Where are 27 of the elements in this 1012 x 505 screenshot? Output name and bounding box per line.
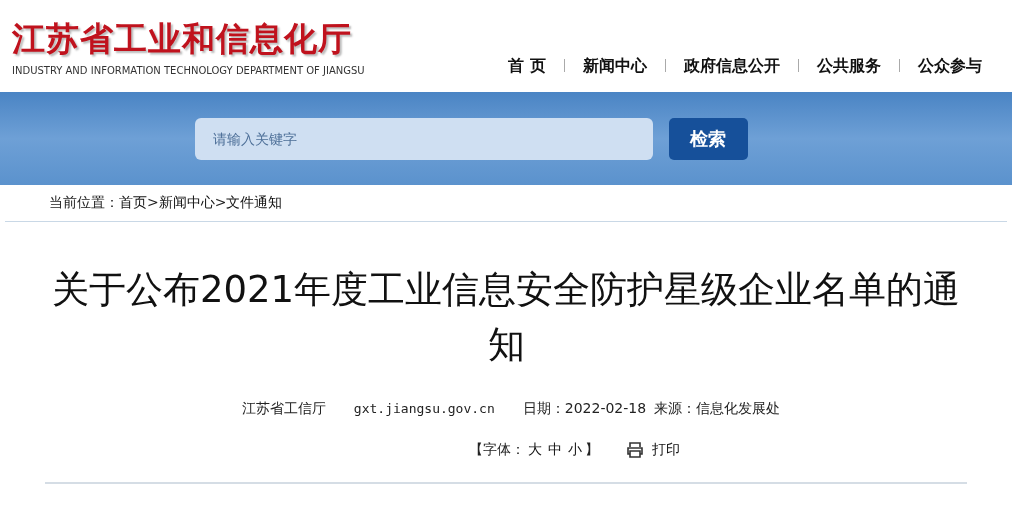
breadcrumb-separator: > [147,193,159,212]
nav-link[interactable]: 首 页 [490,58,564,72]
font-size-link[interactable]: 小 [568,439,582,460]
date-text: 日期：2022-02-18 [522,399,647,418]
nav-link[interactable]: 公共服务 [798,58,899,72]
printer-icon [626,441,644,458]
breadcrumb-link[interactable]: 新闻中心 [158,192,215,213]
publisher-text: 江苏省工信厅 [241,399,326,418]
font-size-label: 【字体： [469,440,525,459]
print-link[interactable]: 打印 [626,439,680,460]
font-size-link[interactable]: 大 [528,439,542,460]
source-text: 来源：信息化发展处 [654,399,781,418]
nav-link[interactable]: 公众参与 [899,58,1000,72]
nav-link[interactable]: 政府信息公开 [665,58,798,72]
font-size-link[interactable]: 中 [548,439,562,460]
breadcrumb-link[interactable]: 文件通知 [226,192,283,213]
breadcrumb-link[interactable]: 首页 [119,192,147,213]
site-address: gxt.jiangsu.gov.cn [353,400,495,418]
search-field[interactable]: 请输入关键字 [194,117,653,160]
breadcrumb-label: 当前位置： [49,193,119,212]
logo-title: 江苏省工业和信息化厅 [12,22,353,55]
font-size-label: 】 [585,440,599,459]
article-title: 关于公布2021年度工业信息安全防护星级企业名单的通知 [51,267,961,368]
search-button[interactable]: 检索 [668,117,748,160]
nav-link[interactable]: 新闻中心 [564,58,665,72]
breadcrumb-separator: > [214,193,227,212]
logo-subtitle: INDUSTRY AND INFORMATION TECHNOLOGY DEPARTMENT OF JIANGSU [12,64,365,78]
